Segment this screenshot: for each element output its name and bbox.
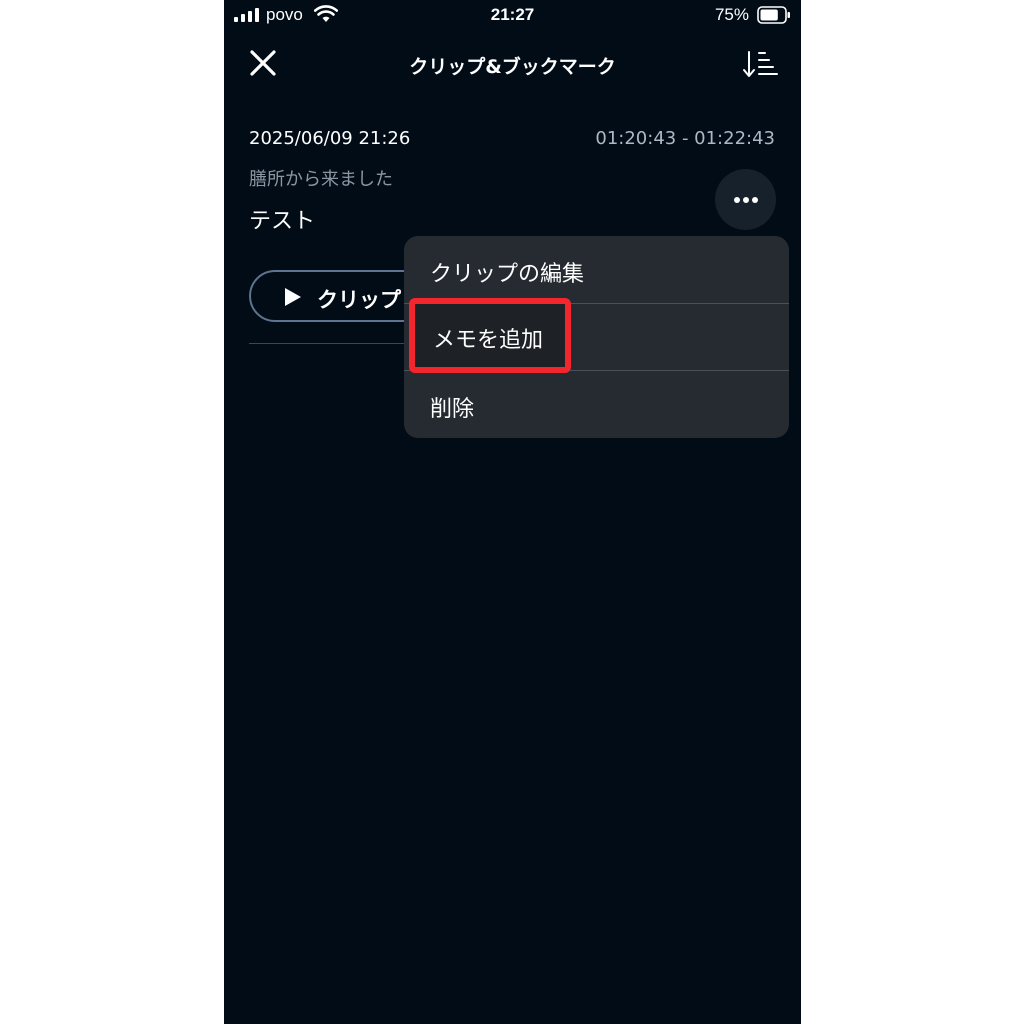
menu-item-label: クリップの編集: [430, 262, 585, 287]
battery-percent: 75%: [714, 5, 749, 24]
clip-date: 2025/06/09 21:26: [249, 128, 411, 149]
clip-subtitle: 膳所から来ました: [249, 169, 393, 190]
header-bar: クリップ&ブックマーク: [224, 38, 801, 90]
sort-icon[interactable]: [741, 50, 781, 80]
clip-time-range: 01:20:43 - 01:22:43: [595, 128, 775, 149]
play-icon: [285, 288, 301, 306]
menu-item-delete[interactable]: 削除: [404, 371, 789, 438]
phone-screen: povo 21:27 75% クリップ&ブックマーク 2025/06/09 21…: [224, 0, 801, 1024]
menu-item-edit-clip[interactable]: クリップの編集: [404, 236, 789, 303]
highlight-annotation[interactable]: メモを追加: [409, 298, 571, 373]
battery-icon: [757, 6, 790, 24]
more-icon: [734, 197, 740, 203]
page-title: クリップ&ブックマーク: [409, 56, 616, 78]
play-clip-label: クリップ: [317, 288, 401, 312]
more-options-button[interactable]: [715, 169, 776, 230]
add-memo-label: メモを追加: [433, 328, 544, 353]
status-bar: povo 21:27 75%: [224, 0, 801, 32]
clip-memo: テスト: [249, 209, 316, 234]
menu-item-label: 削除: [430, 397, 475, 422]
